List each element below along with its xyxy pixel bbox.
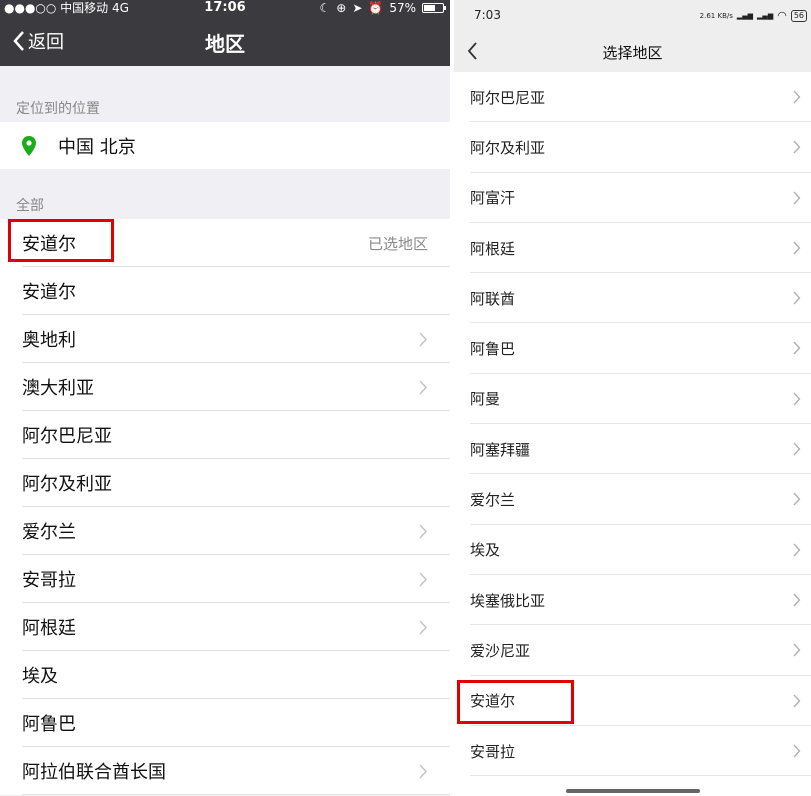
list-item[interactable]: 阿曼 xyxy=(454,374,811,425)
chevron-right-icon xyxy=(793,140,801,154)
list-item-label: 阿富汗 xyxy=(470,189,516,208)
list-item[interactable]: 爱沙尼亚 xyxy=(454,625,811,676)
list-item[interactable]: 阿尔巴尼亚 xyxy=(0,411,450,459)
status-time: 7:03 xyxy=(474,8,501,22)
moon-icon: ☾ xyxy=(319,1,331,15)
chevron-right-icon xyxy=(793,392,801,406)
list-item[interactable]: 安哥拉 xyxy=(0,555,450,603)
list-item-label: 爱尔兰 xyxy=(470,491,516,510)
nav-bar: 选择地区 xyxy=(454,32,811,72)
net-speed: 2.61 KB/s xyxy=(699,11,733,20)
battery-icon: 56 xyxy=(790,9,807,22)
battery-percent: 57% xyxy=(389,1,416,15)
region-list: 安道尔 已选地区 安道尔 奥地利 澳大利亚 阿尔巴尼亚 阿尔及利亚 爱尔兰 安哥… xyxy=(0,219,450,795)
chevron-right-icon xyxy=(419,524,428,539)
location-pin-icon xyxy=(22,135,36,156)
location-arrow-icon: ➤ xyxy=(352,1,363,15)
chevron-right-icon xyxy=(793,90,801,104)
highlight-box-right xyxy=(457,680,574,724)
list-item[interactable]: 埃及 xyxy=(454,525,811,576)
selected-hint: 已选地区 xyxy=(367,234,428,253)
list-item[interactable]: 澳大利亚 xyxy=(0,363,450,411)
list-item[interactable]: 阿鲁巴 xyxy=(0,699,450,747)
list-item-label: 阿塞拜疆 xyxy=(470,440,531,459)
home-indicator[interactable] xyxy=(566,789,700,793)
chevron-right-icon xyxy=(419,572,428,587)
chevron-right-icon xyxy=(793,543,801,557)
list-item-label: 阿尔及利亚 xyxy=(470,138,546,157)
list-item[interactable]: 阿尔及利亚 xyxy=(454,122,811,173)
left-panel: ●●●○○ 中国移动 4G 17:06 ☾ ⊕ ➤ ⏰ 57% 返回 地区 定位… xyxy=(0,0,450,796)
current-location-row[interactable]: 中国 北京 xyxy=(0,122,450,169)
list-item-label: 阿根廷 xyxy=(470,239,516,258)
signal-icon: ▂▄▆ xyxy=(757,11,774,20)
list-item-label: 安哥拉 xyxy=(470,742,516,761)
list-item-label: 埃塞俄比亚 xyxy=(470,591,546,610)
list-item-label: 爱沙尼亚 xyxy=(470,641,531,660)
chevron-right-icon xyxy=(793,492,801,506)
location-section-header: 定位到的位置 xyxy=(16,101,100,117)
list-item[interactable]: 阿根廷 xyxy=(454,223,811,274)
chevron-right-icon xyxy=(793,643,801,657)
chevron-right-icon xyxy=(793,191,801,205)
list-item-label: 阿尔巴尼亚 xyxy=(470,88,546,107)
page-title: 地区 xyxy=(205,32,245,56)
chevron-right-icon xyxy=(793,442,801,456)
list-item[interactable]: 阿鲁巴 xyxy=(454,323,811,375)
chevron-right-icon xyxy=(793,241,801,255)
list-item[interactable]: 埃及 xyxy=(0,651,450,699)
lock-rotation-icon: ⊕ xyxy=(336,1,347,15)
region-list: 阿尔巴尼亚阿尔及利亚阿富汗阿根廷阿联酋阿鲁巴阿曼阿塞拜疆爱尔兰埃及埃塞俄比亚爱沙… xyxy=(454,72,811,777)
chevron-right-icon xyxy=(793,694,801,708)
highlight-box-left xyxy=(8,219,114,262)
ios-status-bar: ●●●○○ 中国移动 4G 17:06 ☾ ⊕ ➤ ⏰ 57% xyxy=(0,0,450,16)
chevron-right-icon xyxy=(793,593,801,607)
signal-icon: ▂▄▆ xyxy=(736,11,754,20)
list-item-label: 阿鲁巴 xyxy=(470,340,516,359)
list-item[interactable]: 奥地利 xyxy=(0,315,450,363)
list-item[interactable]: 阿根廷 xyxy=(0,603,450,651)
chevron-right-icon xyxy=(793,291,801,305)
list-item[interactable]: 阿尔巴尼亚 xyxy=(454,72,811,123)
list-item[interactable]: 阿拉伯联合酋长国 xyxy=(0,747,450,795)
list-item[interactable]: 爱尔兰 xyxy=(454,474,811,525)
list-item[interactable]: 阿塞拜疆 xyxy=(454,424,811,475)
chevron-right-icon xyxy=(419,764,428,779)
all-section-header: 全部 xyxy=(16,198,44,214)
nav-bar: 返回 地区 xyxy=(0,16,450,66)
location-value: 中国 北京 xyxy=(58,136,136,158)
list-item[interactable]: 安道尔 xyxy=(0,267,450,315)
android-status-bar: 7:03 2.61 KB/s ▂▄▆ ▂▄▆ ◠ 56 xyxy=(454,0,811,32)
list-item[interactable]: 阿联酋 xyxy=(454,273,811,324)
chevron-right-icon xyxy=(419,380,428,395)
battery-icon xyxy=(422,3,446,13)
chevron-right-icon xyxy=(419,332,428,347)
chevron-right-icon xyxy=(419,620,428,635)
list-item-label: 阿联酋 xyxy=(470,289,516,308)
list-item-label: 埃及 xyxy=(470,541,501,560)
wifi-icon: ◠ xyxy=(777,9,787,22)
list-item[interactable]: 阿尔及利亚 xyxy=(0,459,450,507)
list-item[interactable]: 阿富汗 xyxy=(454,173,811,224)
list-item[interactable]: 安哥拉 xyxy=(454,726,811,777)
list-item[interactable]: 爱尔兰 xyxy=(0,507,450,555)
page-title: 选择地区 xyxy=(602,44,663,62)
right-panel: 7:03 2.61 KB/s ▂▄▆ ▂▄▆ ◠ 56 选择地区 阿尔巴尼亚 阿尔… xyxy=(454,0,811,796)
chevron-right-icon xyxy=(793,342,801,355)
list-item-label: 阿曼 xyxy=(470,390,501,409)
chevron-right-icon xyxy=(793,744,801,758)
list-item[interactable]: 埃塞俄比亚 xyxy=(454,575,811,626)
alarm-icon: ⏰ xyxy=(368,1,384,15)
